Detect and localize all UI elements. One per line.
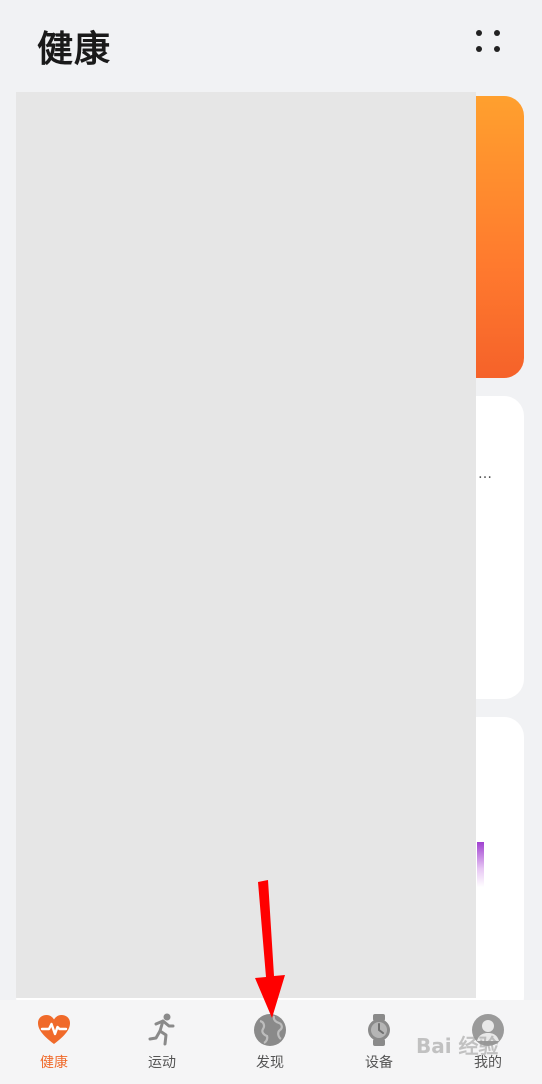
card-ellipsis-text: … — [478, 466, 492, 482]
chart-bar-fragment — [477, 842, 484, 887]
more-dots-icon — [476, 46, 482, 52]
more-menu-button[interactable] — [468, 24, 508, 60]
heart-pulse-icon — [38, 1015, 70, 1044]
nav-label-exercise: 运动 — [148, 1055, 176, 1071]
watch-icon — [368, 1014, 390, 1046]
annotation-arrow-icon — [255, 880, 285, 1018]
nav-label-discover: 发现 — [256, 1055, 284, 1071]
more-dots-icon — [494, 30, 500, 36]
watermark: Bai 经验 — [416, 1022, 536, 1062]
more-dots-icon — [476, 30, 482, 36]
running-person-icon — [148, 1013, 175, 1046]
nav-label-health: 健康 — [40, 1055, 68, 1071]
more-dots-icon — [494, 46, 500, 52]
app-screen: 健康 … 健康 运动 发现 设备 我的 Bai 经验 — [0, 0, 542, 1084]
page-title: 健康 — [37, 29, 112, 70]
nav-item-health[interactable]: 健康 — [0, 1000, 108, 1084]
watermark-text: Bai 经验 — [416, 1034, 499, 1058]
nav-item-exercise[interactable]: 运动 — [108, 1000, 216, 1084]
content-placeholder-panel — [16, 92, 476, 998]
